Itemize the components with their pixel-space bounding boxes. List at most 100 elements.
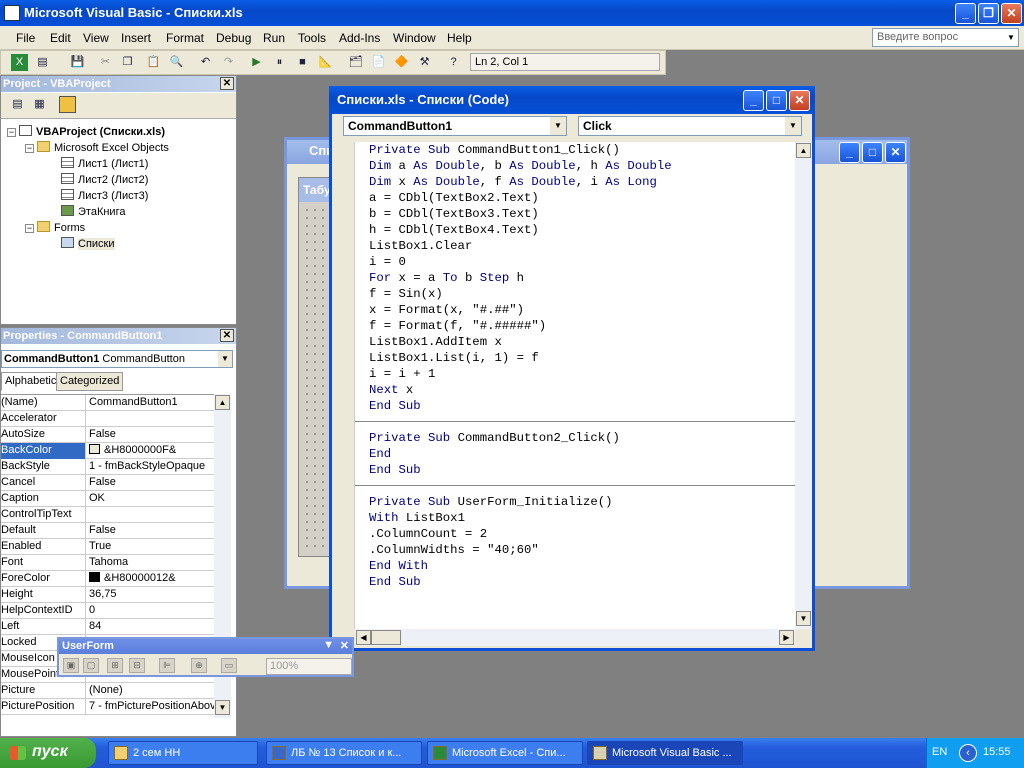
- code-line[interactable]: Private Sub CommandButton1_Click(): [369, 142, 620, 158]
- start-button[interactable]: пуск: [0, 738, 96, 768]
- property-row[interactable]: Height 36,75: [1, 587, 214, 603]
- property-row[interactable]: Font Tahoma: [1, 555, 214, 571]
- menu-window[interactable]: Window: [393, 31, 436, 45]
- break-icon[interactable]: ⏸: [271, 54, 288, 71]
- property-value[interactable]: 7 - fmPicturePositionAboveCenter: [87, 699, 214, 715]
- menu-insert[interactable]: Insert: [121, 31, 151, 45]
- scroll-up-icon[interactable]: ▲: [215, 395, 230, 410]
- menu-run[interactable]: Run: [263, 31, 285, 45]
- code-line[interactable]: i = i + 1: [369, 366, 435, 382]
- help-icon[interactable]: ?: [445, 54, 462, 71]
- object-browser-icon[interactable]: 🔶: [393, 54, 410, 71]
- chevron-down-icon[interactable]: ▼: [218, 351, 232, 367]
- property-row[interactable]: Cancel False: [1, 475, 214, 491]
- code-line[interactable]: b = CDbl(TextBox3.Text): [369, 206, 539, 222]
- code-line[interactable]: .ColumnWidths = "40;60": [369, 542, 539, 558]
- scroll-up-icon[interactable]: ▲: [796, 143, 811, 158]
- userform-toolbar[interactable]: UserForm ▼ ✕ ▣ ▢ ⊞ ⊟ ⊫ ⊕ ▭ 100%: [57, 637, 354, 677]
- scroll-right-icon[interactable]: ▶: [779, 630, 794, 645]
- code-line[interactable]: End Sub: [369, 462, 421, 478]
- property-row[interactable]: HelpContextID 0: [1, 603, 214, 619]
- chevron-down-icon[interactable]: ▼: [550, 117, 566, 135]
- procedure-combo[interactable]: Click ▼: [578, 116, 802, 136]
- property-value[interactable]: 1 - fmBackStyleOpaque: [87, 459, 214, 475]
- ungroup-icon[interactable]: ⊟: [129, 658, 145, 673]
- toolbox-icon[interactable]: ⚒: [416, 54, 433, 71]
- scroll-left-icon[interactable]: ◀: [356, 630, 371, 645]
- make-same-size-icon[interactable]: ▭: [221, 658, 237, 673]
- code-line[interactable]: End Sub: [369, 398, 421, 414]
- cut-icon[interactable]: ✂: [97, 54, 114, 71]
- property-value[interactable]: [87, 507, 214, 523]
- close-icon[interactable]: ✕: [220, 77, 234, 90]
- property-value[interactable]: False: [87, 523, 214, 539]
- zoom-combo[interactable]: 100%: [266, 658, 352, 675]
- property-value[interactable]: OK: [87, 491, 214, 507]
- property-row[interactable]: Left 84: [1, 619, 214, 635]
- code-line[interactable]: ListBox1.AddItem x: [369, 334, 502, 350]
- language-bar-icon[interactable]: ‹: [959, 744, 977, 762]
- close-button[interactable]: ✕: [1001, 3, 1022, 24]
- redo-icon[interactable]: ↷: [220, 54, 237, 71]
- property-value[interactable]: 84: [87, 619, 214, 635]
- code-line[interactable]: i = 0: [369, 254, 406, 270]
- menu-edit[interactable]: Edit: [50, 31, 71, 45]
- object-selector[interactable]: CommandButton1 CommandButton ▼: [1, 350, 233, 368]
- vba-app-icon[interactable]: [4, 5, 20, 21]
- paste-icon[interactable]: 📋: [145, 54, 162, 71]
- property-row[interactable]: AutoSize False: [1, 427, 214, 443]
- menu-help[interactable]: Help: [447, 31, 472, 45]
- task-vba[interactable]: Microsoft Visual Basic ...: [587, 741, 743, 765]
- property-value[interactable]: 36,75: [87, 587, 214, 603]
- close-icon[interactable]: ✕: [340, 639, 349, 652]
- collapse-icon[interactable]: −: [25, 224, 34, 233]
- property-value[interactable]: &H8000000F&: [87, 443, 214, 459]
- menu-debug[interactable]: Debug: [216, 31, 251, 45]
- center-icon[interactable]: ⊕: [191, 658, 207, 673]
- code-line[interactable]: ListBox1.List(i, 1) = f: [369, 350, 539, 366]
- menu-file[interactable]: File: [16, 31, 35, 45]
- object-combo[interactable]: CommandButton1 ▼: [343, 116, 567, 136]
- code-line[interactable]: Dim x As Double, f As Double, i As Long: [369, 174, 657, 190]
- property-value[interactable]: Tahoma: [87, 555, 214, 571]
- save-icon[interactable]: 💾: [69, 54, 86, 71]
- send-to-back-icon[interactable]: ▢: [83, 658, 99, 673]
- code-line[interactable]: f = Sin(x): [369, 286, 443, 302]
- property-value[interactable]: &H80000012&: [87, 571, 214, 587]
- code-horizontal-scrollbar[interactable]: ◀ ▶: [355, 629, 795, 646]
- tree-item-vbaproject[interactable]: − VBAProject (Списки.xls): [7, 125, 165, 138]
- ask-question-box[interactable]: Введите вопрос ▼: [872, 28, 1019, 47]
- tab-alphabetic[interactable]: Alphabetic: [1, 372, 61, 391]
- tree-item-thisworkbook[interactable]: ЭтаКнига: [61, 205, 125, 218]
- property-value[interactable]: CommandButton1: [87, 395, 214, 411]
- toolbar-options-icon[interactable]: ▼: [323, 639, 334, 651]
- menu-format[interactable]: Format: [166, 31, 204, 45]
- scroll-down-icon[interactable]: ▼: [796, 611, 811, 626]
- property-row[interactable]: (Name) CommandButton1: [1, 395, 214, 411]
- menu-tools[interactable]: Tools: [298, 31, 326, 45]
- property-value[interactable]: False: [87, 427, 214, 443]
- tree-item-forms[interactable]: − Forms: [25, 221, 85, 234]
- run-icon[interactable]: ▶: [248, 54, 265, 71]
- code-line[interactable]: x = Format(x, "#.##"): [369, 302, 524, 318]
- code-window[interactable]: Списки.xls - Списки (Code) _ □ ✕ Command…: [329, 86, 815, 651]
- task-excel[interactable]: Microsoft Excel - Спи...: [427, 741, 583, 765]
- restore-button[interactable]: ❐: [978, 3, 999, 24]
- maximize-button[interactable]: □: [862, 142, 883, 163]
- property-row[interactable]: ForeColor &H80000012&: [1, 571, 214, 587]
- chevron-down-icon[interactable]: ▼: [1004, 29, 1018, 46]
- code-line[interactable]: h = CDbl(TextBox4.Text): [369, 222, 539, 238]
- copy-icon[interactable]: ❐: [119, 54, 136, 71]
- property-row[interactable]: Enabled True: [1, 539, 214, 555]
- code-line[interactable]: For x = a To b Step h: [369, 270, 524, 286]
- close-icon[interactable]: ✕: [220, 329, 234, 342]
- property-value[interactable]: False: [87, 475, 214, 491]
- property-row[interactable]: Default False: [1, 523, 214, 539]
- view-code-icon[interactable]: ▤: [9, 96, 26, 113]
- code-line[interactable]: End Sub: [369, 574, 421, 590]
- margin-indicator-bar[interactable]: [335, 142, 355, 629]
- code-line[interactable]: ListBox1.Clear: [369, 238, 472, 254]
- reset-icon[interactable]: ■: [294, 54, 311, 71]
- tab-categorized[interactable]: Categorized: [56, 372, 124, 391]
- collapse-icon[interactable]: −: [7, 128, 16, 137]
